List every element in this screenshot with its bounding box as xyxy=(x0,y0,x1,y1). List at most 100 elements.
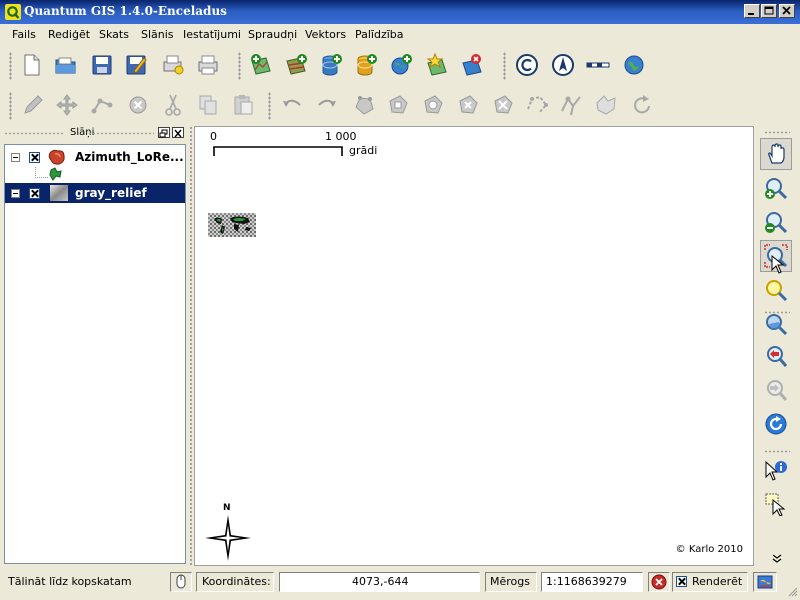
remove-layer-button[interactable] xyxy=(457,50,487,80)
refresh-button[interactable] xyxy=(760,408,792,440)
render-toggle[interactable]: Renderēt xyxy=(672,572,748,592)
maximize-button[interactable] xyxy=(761,4,777,18)
add-postgis-layer-button[interactable] xyxy=(316,50,346,80)
zoom-to-selection-button[interactable] xyxy=(760,274,792,306)
resize-grip-icon[interactable] xyxy=(786,585,798,597)
zoom-in-button[interactable] xyxy=(760,172,792,204)
gps-globe-button[interactable] xyxy=(619,50,649,80)
identify-icon xyxy=(765,460,787,481)
zoom-full-button[interactable] xyxy=(760,240,792,274)
collapse-toggle[interactable] xyxy=(11,189,20,198)
new-project-button[interactable] xyxy=(16,50,46,80)
float-panel-button[interactable] xyxy=(158,127,170,138)
node-tool-button[interactable] xyxy=(87,90,117,120)
layer-item[interactable]: Azimuth_LoRe... xyxy=(5,147,185,167)
save-as-button[interactable] xyxy=(121,50,151,80)
simplify-feature-button[interactable] xyxy=(349,90,379,120)
zoom-to-layer-button[interactable] xyxy=(760,308,792,340)
render-checkbox[interactable] xyxy=(676,576,687,587)
north-arrow-button[interactable] xyxy=(548,50,578,80)
zoom-in-icon xyxy=(765,178,788,200)
toolbar-grip[interactable] xyxy=(9,92,12,120)
toolbar-grip[interactable] xyxy=(268,92,271,120)
add-wms-layer-button[interactable] xyxy=(386,50,416,80)
layer-visibility-checkbox[interactable] xyxy=(29,152,40,163)
menu-fails[interactable]: Fails xyxy=(12,28,36,41)
delete-part-button[interactable] xyxy=(488,90,518,120)
toolbar-grip[interactable] xyxy=(764,450,790,453)
undo-button[interactable] xyxy=(277,90,307,120)
add-ring-button[interactable] xyxy=(383,90,413,120)
add-vector-layer-button[interactable] xyxy=(246,50,276,80)
toolbar-overflow-icon[interactable] xyxy=(772,554,782,564)
minimize-button[interactable] xyxy=(744,4,760,18)
print-composer-button[interactable] xyxy=(158,50,188,80)
move-feature-button[interactable] xyxy=(52,90,82,120)
dock-grip[interactable] xyxy=(4,132,64,135)
print-button[interactable] xyxy=(193,50,223,80)
map-canvas[interactable]: 0 1 000 grādi N © Karlo 2010 xyxy=(194,126,754,566)
rotate-button[interactable] xyxy=(627,90,657,120)
select-icon xyxy=(765,493,786,516)
layer-item-selected[interactable]: gray_relief xyxy=(5,183,185,203)
identify-button[interactable] xyxy=(760,456,792,488)
copy-features-icon xyxy=(199,95,217,115)
panel-splitter[interactable] xyxy=(188,126,193,566)
copyright-button[interactable] xyxy=(512,50,542,80)
add-raster-layer-button[interactable] xyxy=(281,50,311,80)
toolbar-grip[interactable] xyxy=(9,52,12,80)
title-bar: Quantum GIS 1.4.0-Enceladus xyxy=(0,0,800,24)
close-panel-button[interactable] xyxy=(172,127,184,138)
toggle-editing-button[interactable] xyxy=(18,90,48,120)
cut-features-button[interactable] xyxy=(158,90,188,120)
coordinates-field[interactable]: 4073,-644 xyxy=(279,572,480,592)
menu-vektors[interactable]: Vektors xyxy=(305,28,346,41)
delete-selected-button[interactable] xyxy=(123,90,153,120)
add-spatialite-layer-icon xyxy=(357,54,377,76)
add-island-button[interactable] xyxy=(418,90,448,120)
zoom-last-icon xyxy=(767,346,788,367)
menu-slanis[interactable]: Slānis xyxy=(141,28,174,41)
paste-features-button[interactable] xyxy=(228,90,258,120)
menu-palidziba[interactable]: Palīdzība xyxy=(355,28,404,41)
copy-features-button[interactable] xyxy=(193,90,223,120)
menu-spraudni[interactable]: Spraudņi xyxy=(248,28,297,41)
render-progress-button[interactable] xyxy=(170,572,192,592)
layer-visibility-checkbox[interactable] xyxy=(29,188,40,199)
toolbar-grip[interactable] xyxy=(503,52,506,80)
zoom-next-button[interactable] xyxy=(760,374,792,406)
layer-name: Azimuth_LoRe... xyxy=(75,150,184,164)
dock-grip[interactable] xyxy=(88,132,154,135)
stop-render-button[interactable] xyxy=(648,572,670,592)
menu-iestatijumi[interactable]: Iestatījumi xyxy=(183,28,241,41)
new-vector-layer-button[interactable] xyxy=(422,50,452,80)
scale-bar-button[interactable] xyxy=(583,50,613,80)
scale-field[interactable]: 1:1168639279 xyxy=(541,572,643,592)
add-spatialite-layer-button[interactable] xyxy=(351,50,381,80)
menu-skats[interactable]: Skats xyxy=(99,28,129,41)
open-project-button[interactable] xyxy=(51,50,81,80)
merge-features-button[interactable] xyxy=(591,90,621,120)
menu-bar: Fails Rediģēt Skats Slānis Iestatījumi S… xyxy=(0,24,800,46)
layers-panel-title-bar: Slāņi xyxy=(0,126,190,141)
pan-button[interactable] xyxy=(760,138,792,170)
redo-icon xyxy=(318,99,336,107)
toolbar-grip[interactable] xyxy=(764,131,790,134)
save-project-icon xyxy=(92,55,112,75)
collapse-toggle[interactable] xyxy=(11,153,20,162)
scale-bar xyxy=(213,146,343,156)
redo-button[interactable] xyxy=(312,90,342,120)
toolbar-grip[interactable] xyxy=(238,52,241,80)
scale-bar-unit-label: grādi xyxy=(349,144,378,157)
menu-redigetu[interactable]: Rediģēt xyxy=(48,28,90,41)
delete-ring-button[interactable] xyxy=(453,90,483,120)
save-project-button[interactable] xyxy=(87,50,117,80)
coordinates-label-box: Koordinātes: xyxy=(196,572,274,592)
zoom-last-button[interactable] xyxy=(760,340,792,372)
zoom-out-button[interactable] xyxy=(760,206,792,238)
select-button[interactable] xyxy=(760,488,792,520)
split-features-button[interactable] xyxy=(556,90,586,120)
reshape-features-button[interactable] xyxy=(522,90,552,120)
projection-button[interactable] xyxy=(753,572,777,592)
close-button[interactable] xyxy=(779,4,795,18)
